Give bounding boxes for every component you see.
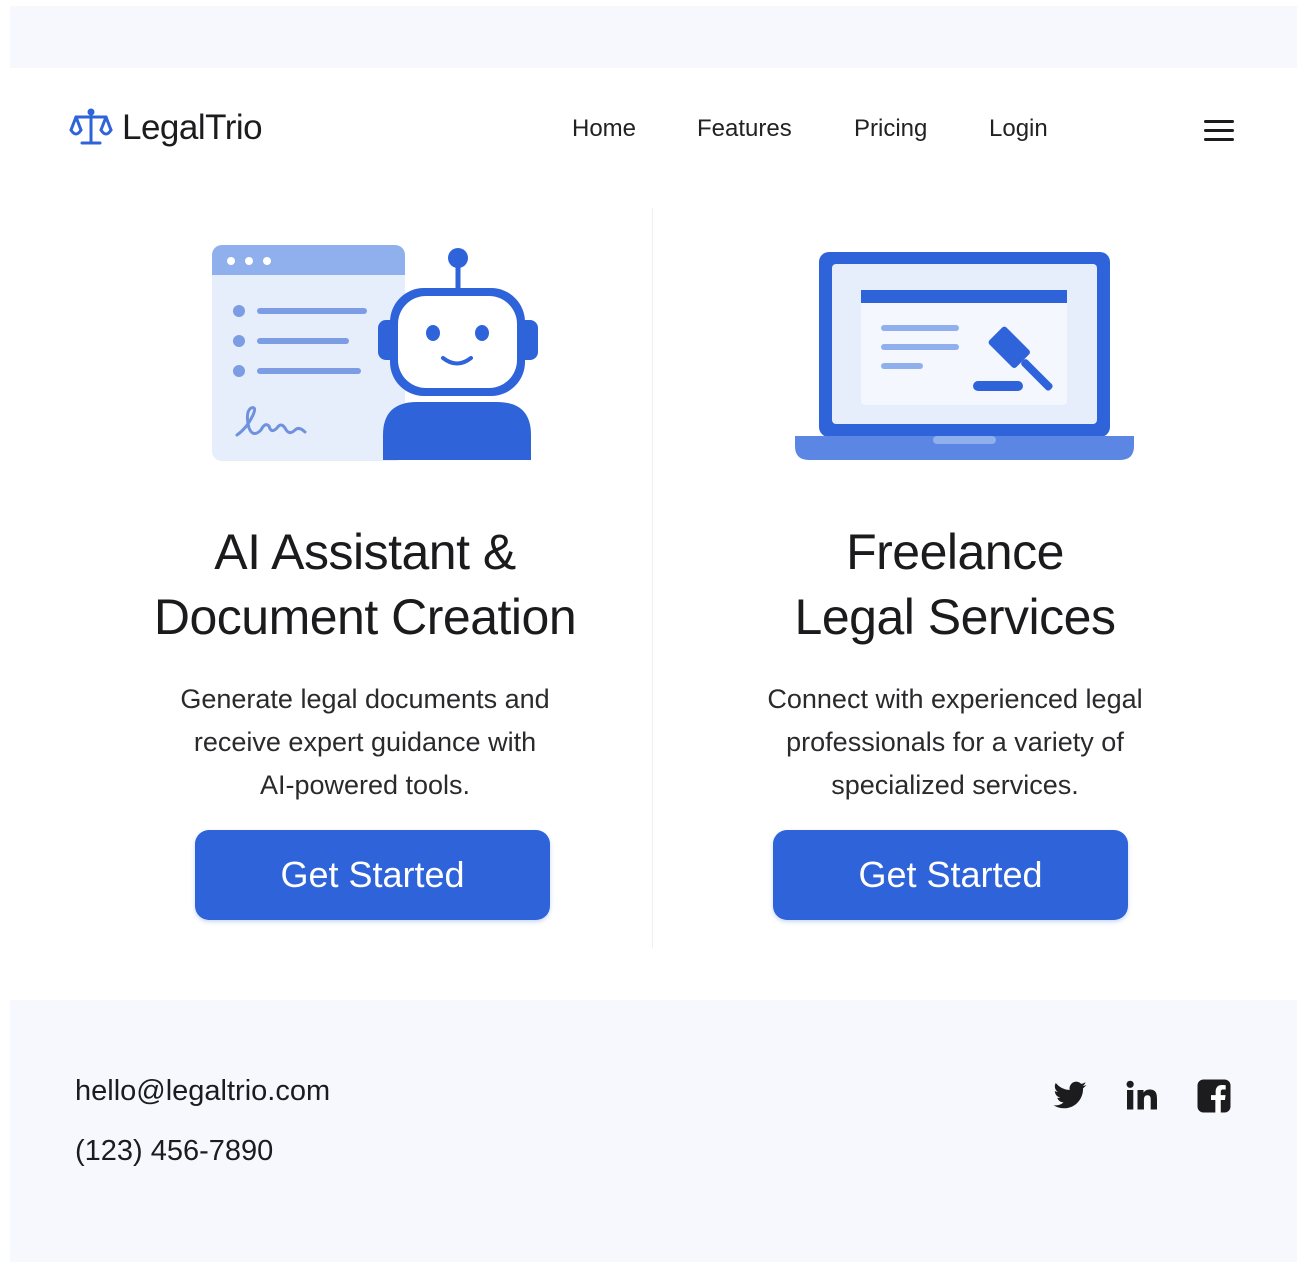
robot-assistant-document-illustration [65,230,665,470]
card-title-line: AI Assistant & [214,524,516,580]
nav-link-features[interactable]: Features [697,115,854,143]
card-description-line: AI-powered tools. [259,770,471,800]
laptop-gavel-illustration [655,230,1255,470]
hamburger-menu-icon[interactable] [1202,118,1236,144]
card-title: Freelance Legal Services [655,520,1255,650]
get-started-button-freelance[interactable]: Get Started [773,830,1128,920]
card-title-line: Legal Services [794,589,1116,645]
nav-link-pricing[interactable]: Pricing [854,115,989,143]
main-nav: Home Features Pricing Login [572,115,1069,143]
footer-phone: (123) 456-7890 [75,1135,274,1167]
card-title-line: Document Creation [153,589,577,645]
card-title-line: Freelance [846,524,1064,580]
nav-link-login[interactable]: Login [989,115,1069,143]
card-description-line: receive expert guidance with [193,727,537,757]
navbar: LegalTrio Home Features Pricing Login [0,70,1297,190]
scales-of-justice-icon [68,108,114,148]
feature-card-freelance: Freelance Legal Services Connect with ex… [655,230,1255,920]
footer-email-link[interactable]: hello@legaltrio.com [75,1075,330,1108]
top-band [10,6,1297,68]
card-description-line: Generate legal documents and [180,684,550,714]
nav-link-home[interactable]: Home [572,115,697,143]
card-description: Generate legal documents and receive exp… [150,678,580,807]
feature-card-ai-assistant: AI Assistant & Document Creation Generat… [65,230,665,920]
card-description-line: professionals for a variety of [786,727,1124,757]
card-description-line: specialized services. [831,770,1079,800]
facebook-icon[interactable] [1196,1078,1232,1119]
footer: hello@legaltrio.com (123) 456-7890 [10,1000,1297,1262]
card-description-line: Connect with experienced legal [767,684,1143,714]
brand-logo[interactable]: LegalTrio [68,108,263,148]
card-title: AI Assistant & Document Creation [65,520,665,650]
card-description: Connect with experienced legal professio… [740,678,1170,807]
get-started-button-ai[interactable]: Get Started [195,830,550,920]
brand-name: LegalTrio [122,108,263,147]
twitter-icon[interactable] [1052,1078,1088,1119]
linkedin-icon[interactable] [1124,1078,1160,1119]
